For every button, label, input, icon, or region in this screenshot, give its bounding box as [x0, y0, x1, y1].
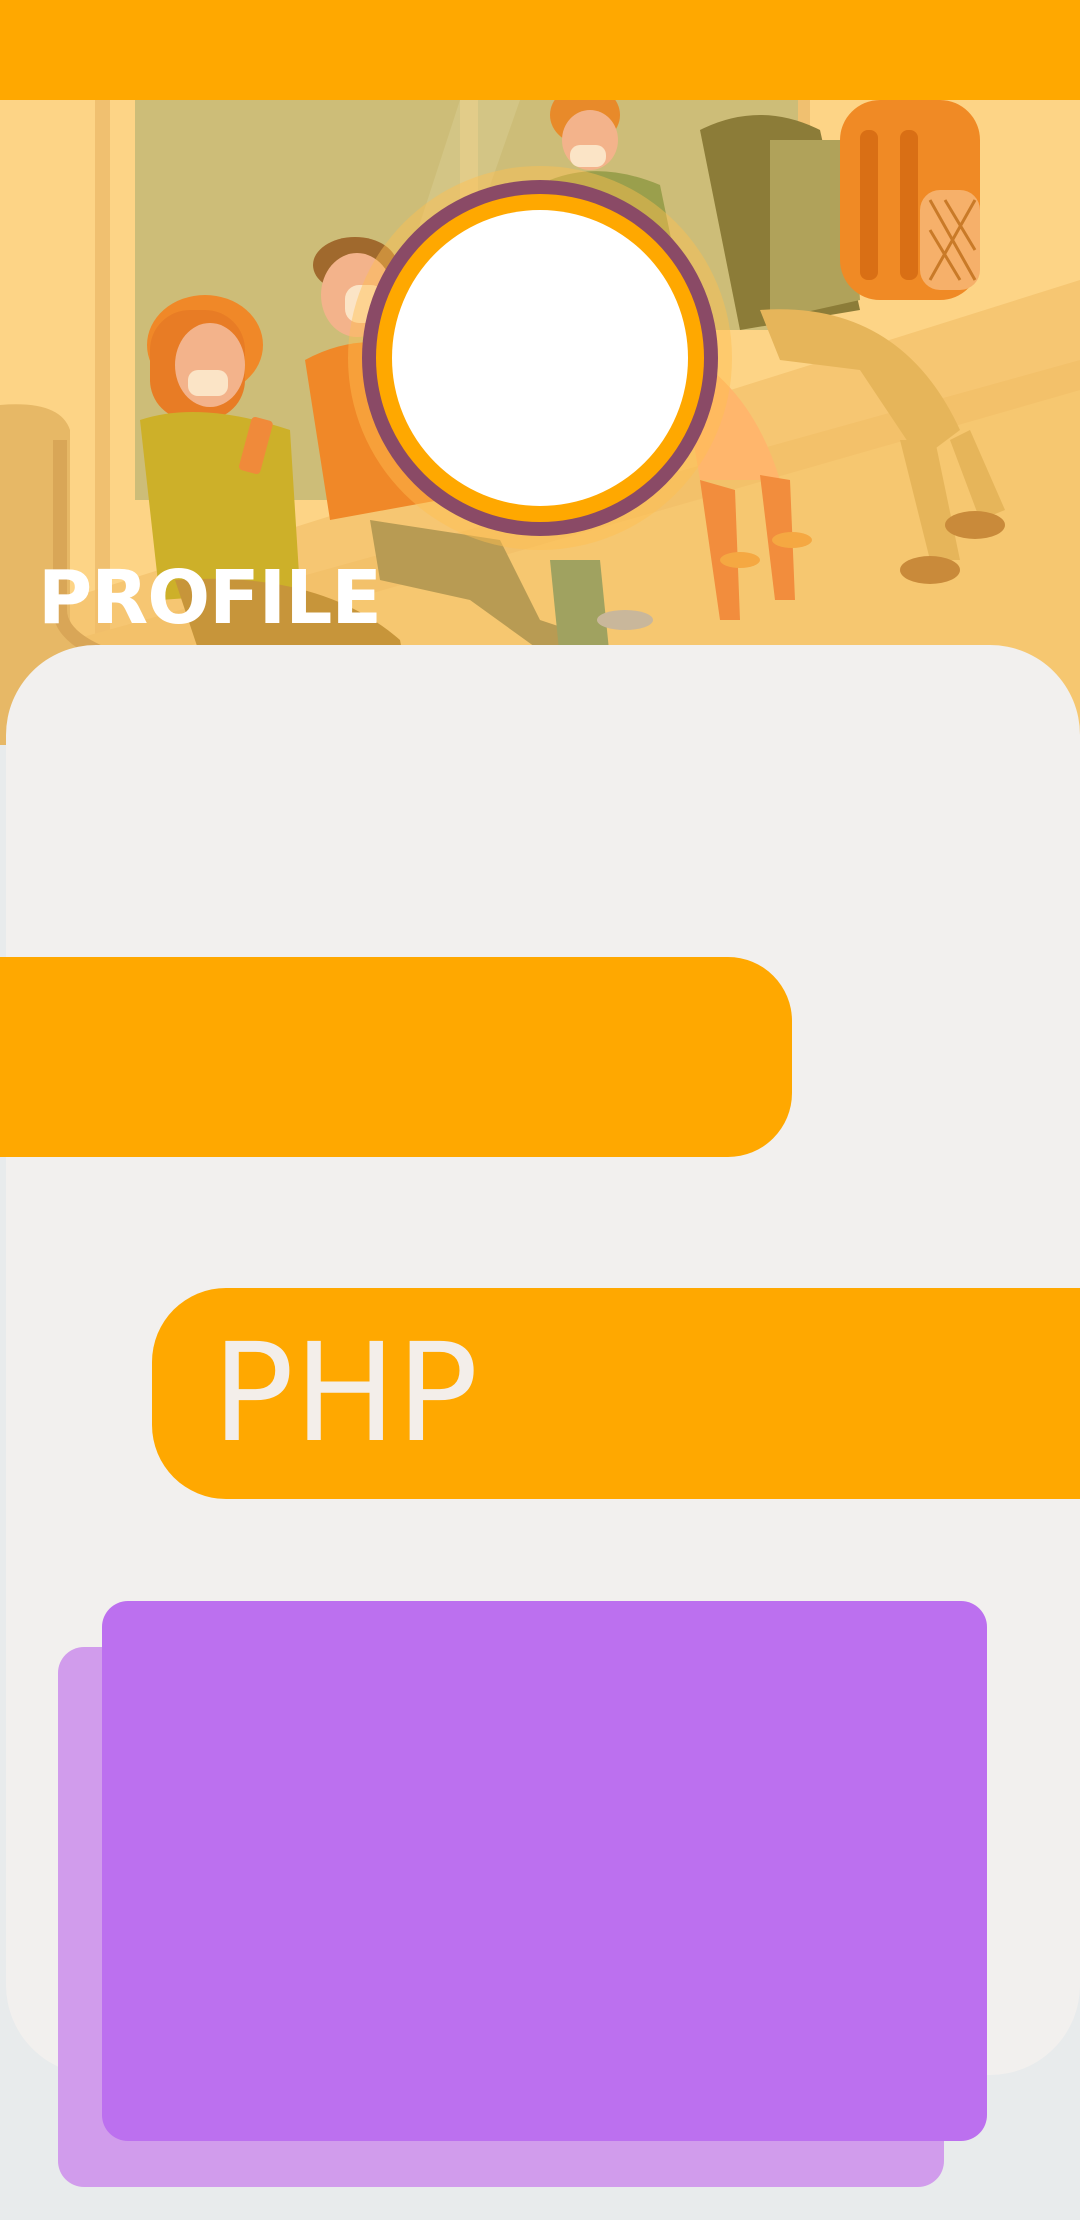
- skill-pill-1[interactable]: [0, 957, 792, 1157]
- skill-pill-php-label: PHP: [212, 1315, 479, 1473]
- info-card[interactable]: [102, 1601, 987, 2141]
- page-title: PROFILE: [38, 555, 382, 641]
- avatar[interactable]: [348, 166, 732, 550]
- app-bar: [0, 0, 1080, 100]
- avatar-placeholder-icon[interactable]: [392, 210, 688, 506]
- skill-pill-php[interactable]: PHP: [152, 1288, 1080, 1499]
